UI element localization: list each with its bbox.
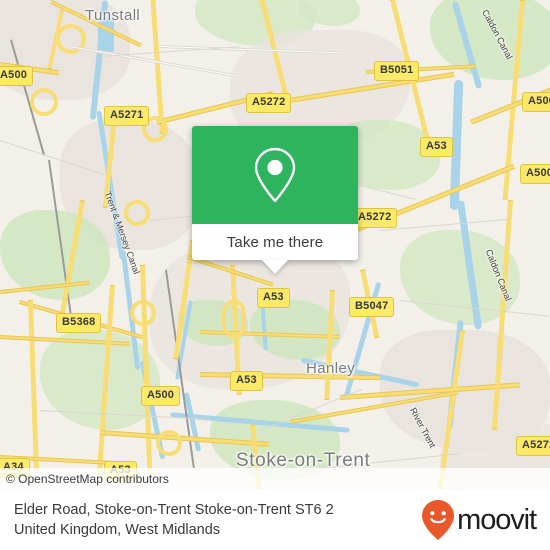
road-shield: A53 xyxy=(257,288,290,308)
footer-bar: Elder Road, Stoke-on-Trent Stoke-on-Tren… xyxy=(0,490,550,550)
road-shield: A5271 xyxy=(104,106,150,126)
road-shield: A5009 xyxy=(520,164,550,184)
moovit-smiley-pin-icon xyxy=(422,500,455,540)
road-shield: A500 xyxy=(141,386,181,406)
callout-action[interactable]: Take me there xyxy=(192,224,358,260)
map-pin-icon xyxy=(254,147,296,203)
callout-pointer-tail xyxy=(262,260,288,274)
road-shield: A5272 xyxy=(352,208,398,228)
road-shield: B5051 xyxy=(374,61,420,81)
take-me-there-label: Take me there xyxy=(226,233,324,251)
roundabout xyxy=(156,430,182,456)
map-attribution-bar: © OpenStreetMap contributors xyxy=(0,468,550,490)
address-block: Elder Road, Stoke-on-Trent Stoke-on-Tren… xyxy=(14,500,421,540)
roundabout xyxy=(130,300,156,326)
roundabout xyxy=(222,300,246,338)
road-shield: A53 xyxy=(230,371,263,391)
road-shield: B5368 xyxy=(56,313,102,333)
road-shield: A5272 xyxy=(516,436,550,456)
place-label: Hanley xyxy=(306,360,356,377)
road-shield: A5272 xyxy=(246,93,292,113)
osm-attribution-text: © OpenStreetMap contributors xyxy=(6,472,169,486)
roundabout xyxy=(124,200,150,226)
map-screenshot: Caldon Canal Trent & Mersey Canal Caldon C… xyxy=(0,0,550,550)
roundabout xyxy=(30,88,58,116)
moovit-logo[interactable]: moovit xyxy=(421,499,537,541)
road-shield: A53 xyxy=(420,137,453,157)
road-shield: A500 xyxy=(522,92,550,112)
road-shield: A500 xyxy=(0,66,34,86)
address-line-1: Elder Road, Stoke-on-Trent Stoke-on-Tren… xyxy=(14,502,334,518)
map-canvas[interactable]: Caldon Canal Trent & Mersey Canal Caldon C… xyxy=(0,0,550,490)
place-label: Tunstall xyxy=(85,7,141,24)
location-callout-card[interactable]: Take me there xyxy=(192,126,358,274)
road-shield: B5047 xyxy=(349,297,395,317)
moovit-wordmark: moovit xyxy=(457,503,537,536)
address-line-2: United Kingdom, West Midlands xyxy=(14,522,221,538)
callout-header xyxy=(192,126,358,224)
